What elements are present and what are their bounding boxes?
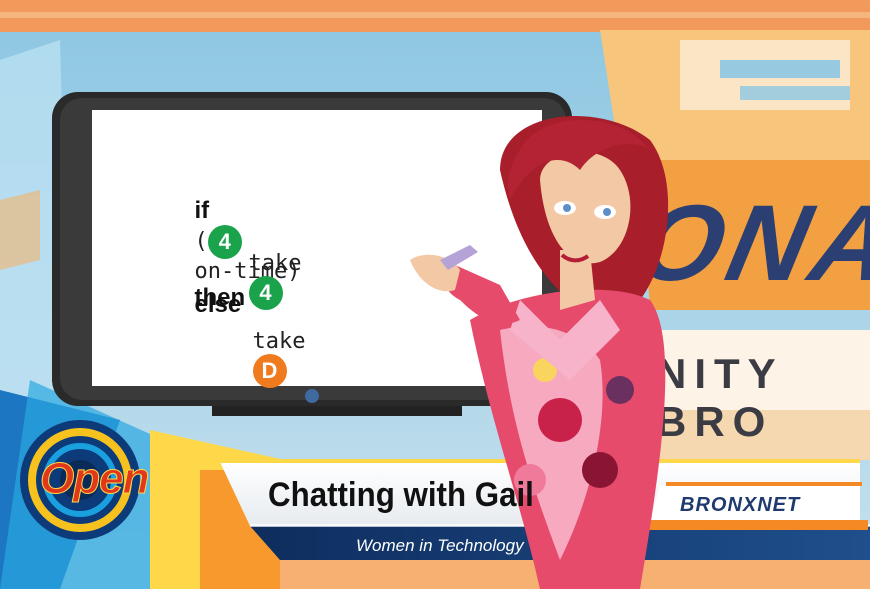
network-logo: BRONXNET — [680, 494, 801, 516]
segment-title: Chatting with Gail — [268, 476, 534, 514]
show-logo: Open — [39, 454, 149, 504]
segment-subtitle: Women in Technology — [356, 536, 524, 555]
